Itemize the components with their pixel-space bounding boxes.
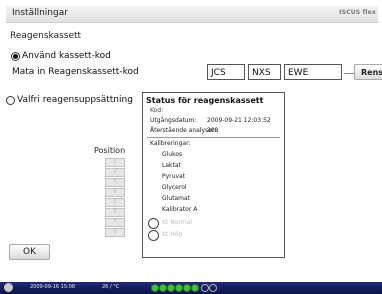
- remaining-value: 308: [207, 127, 219, 134]
- indicator-light-icon: [209, 284, 217, 292]
- calibration-item: Kalibrator A: [162, 206, 198, 213]
- window-title: Inställningar: [12, 8, 68, 18]
- clear-button[interactable]: Rensa: [354, 64, 382, 80]
- position-button-8[interactable]: 8: [105, 228, 125, 237]
- control-high-label: Kt Hög: [162, 231, 183, 238]
- calibration-item: Glycerol: [162, 184, 187, 191]
- indicator-light-icon: [159, 284, 167, 292]
- indicator-light-icon: [191, 284, 199, 292]
- system-logo-icon[interactable]: [4, 283, 13, 292]
- position-button-7[interactable]: 7: [105, 218, 125, 227]
- control-high-radio[interactable]: [148, 230, 159, 241]
- control-normal-label: Kt Normal: [162, 219, 192, 226]
- datetime-readout: 2009-09-16 15:08: [30, 284, 76, 290]
- indicator-light-icon: [175, 284, 183, 292]
- position-button-1[interactable]: 1: [105, 158, 125, 167]
- indicator-light-icon: [201, 284, 209, 292]
- code-field-3[interactable]: EWE: [284, 64, 342, 80]
- status-header: Status för reagenskassett: [146, 96, 264, 105]
- position-label: Position: [94, 146, 126, 155]
- use-cassette-code-label: Använd kassett-kod: [22, 51, 111, 61]
- status-divider: [147, 137, 280, 138]
- title-bar: Inställningar ISCUS flex: [6, 6, 378, 23]
- calibration-item: Laktat: [162, 162, 181, 169]
- expiry-value: 2009-09-21 12:03:52: [207, 117, 271, 124]
- settings-window: Inställningar ISCUS flex Reagenskassett …: [0, 0, 382, 294]
- use-cassette-code-radio[interactable]: [11, 52, 20, 61]
- indicator-light-icon: [167, 284, 175, 292]
- enter-code-label: Mata in Reagenskassett-kod: [12, 67, 139, 77]
- calibration-item: Glukos: [162, 151, 183, 158]
- code-field-1[interactable]: JCS: [207, 64, 245, 80]
- status-taskbar: 2009-09-16 15:08 26 / °C: [0, 282, 382, 294]
- position-button-2[interactable]: 2: [105, 168, 125, 177]
- code-field-2[interactable]: NXS: [248, 64, 281, 80]
- calibration-item: Glutamat: [162, 195, 191, 202]
- custom-reagent-radio[interactable]: [6, 96, 15, 105]
- brand-logo: ISCUS flex: [339, 9, 376, 16]
- calibration-item: Pyruvat: [162, 173, 186, 180]
- position-button-4[interactable]: 4: [105, 188, 125, 197]
- indicator-light-icon: [183, 284, 191, 292]
- section-title: Reagenskassett: [10, 31, 82, 41]
- temperature-readout: 26 / °C: [102, 284, 120, 290]
- calibrations-label: Kalibreringar:: [150, 140, 191, 147]
- position-button-3[interactable]: 3: [105, 178, 125, 187]
- custom-reagent-label: Valfri reagensuppsättning: [17, 95, 133, 105]
- cassette-status-panel: Status för reagenskassett Kod: Utgångsda…: [142, 92, 285, 258]
- position-button-5[interactable]: 5: [105, 198, 125, 207]
- indicator-light-icon: [151, 284, 159, 292]
- control-normal-radio[interactable]: [148, 218, 159, 229]
- expiry-label: Utgångsdatum:: [150, 117, 197, 124]
- code-label: Kod:: [150, 107, 164, 114]
- position-button-6[interactable]: 6: [105, 208, 125, 217]
- ok-button[interactable]: OK: [9, 244, 50, 260]
